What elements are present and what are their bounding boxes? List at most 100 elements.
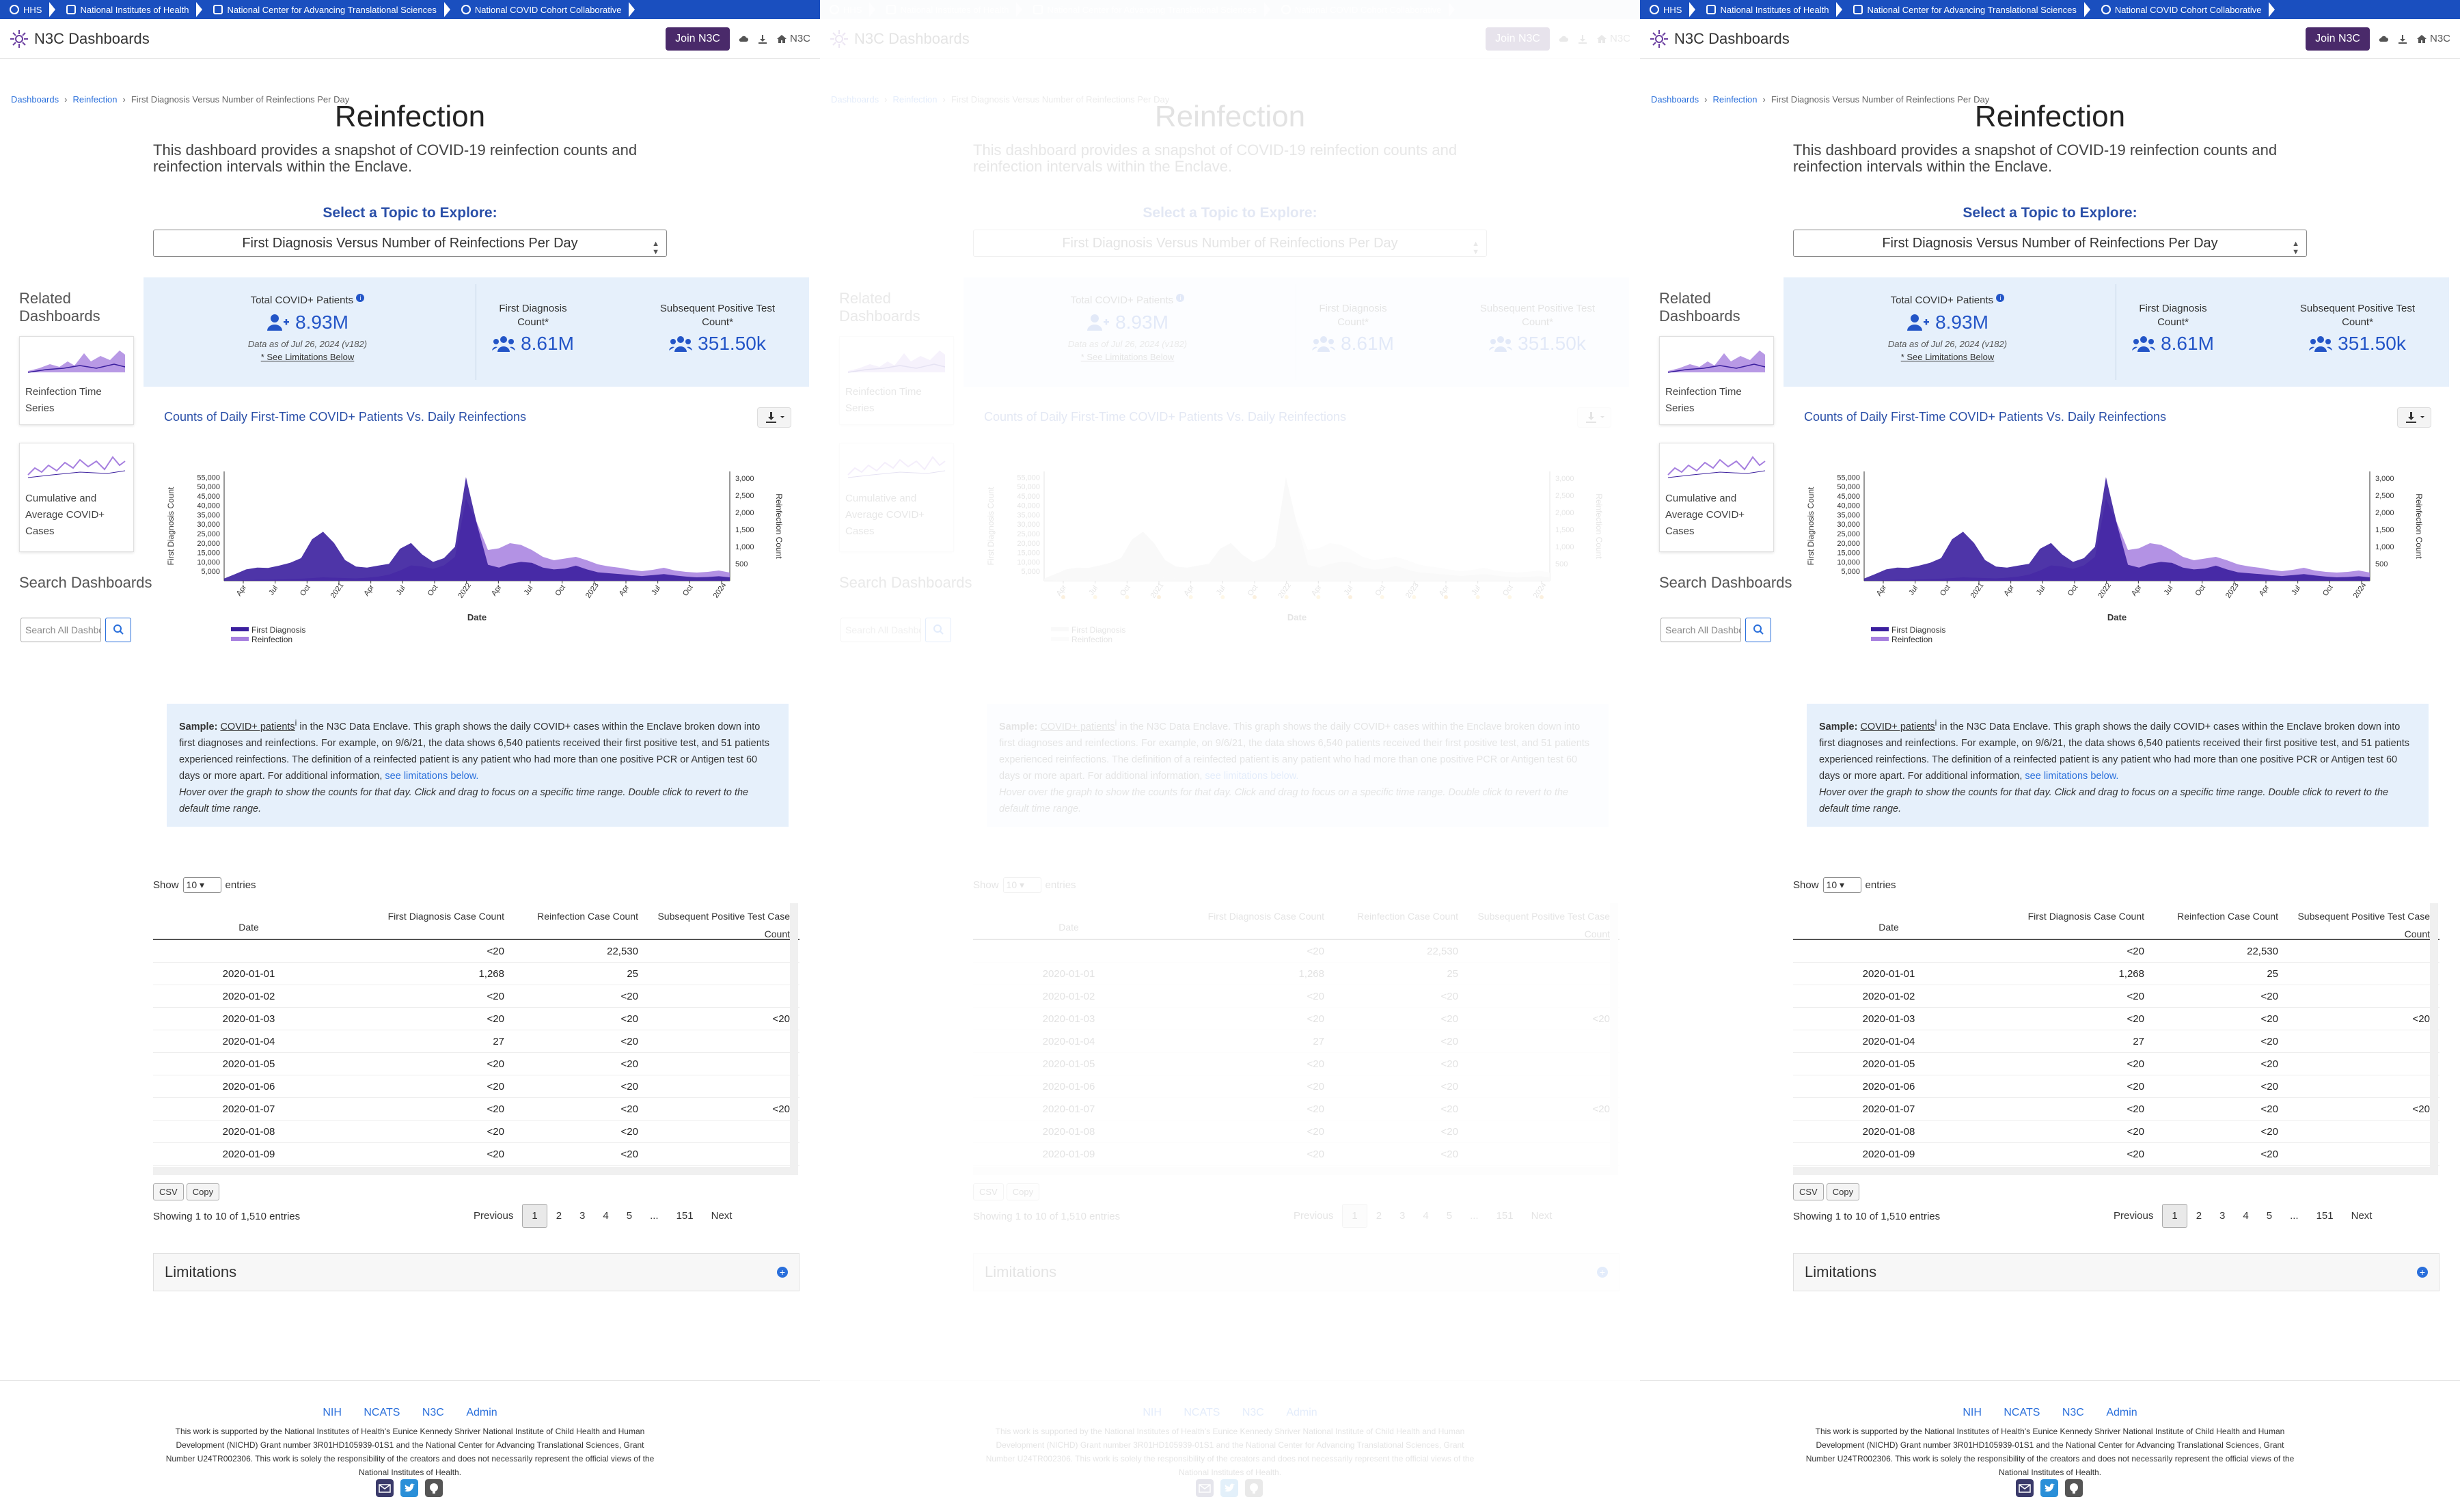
topic-select[interactable]: First Diagnosis Versus Number of Reinfec…: [1793, 230, 2307, 257]
csv-button[interactable]: CSV: [1793, 1183, 1824, 1200]
n3c-home-link[interactable]: N3C: [1596, 33, 1630, 44]
footer-link-admin[interactable]: Admin: [466, 1407, 497, 1418]
search-button[interactable]: [105, 618, 131, 642]
column-header-date[interactable]: Date: [973, 903, 1164, 939]
gov-link-nih[interactable]: National Institutes of Health: [59, 0, 206, 19]
chart-area[interactable]: 5,000 10,00015,00020,000 25,00030,000 35,00…: [976, 451, 1618, 656]
email-icon[interactable]: [376, 1479, 394, 1497]
table-horizontal-scrollbar[interactable]: [1793, 1167, 2438, 1175]
entries-select[interactable]: 10 ▾: [182, 877, 221, 893]
gov-link-ncats[interactable]: National Center for Advancing Translatio…: [1026, 0, 1274, 19]
github-icon[interactable]: [2065, 1479, 2083, 1497]
page-next[interactable]: Next: [1522, 1205, 1561, 1227]
footer-link-admin[interactable]: Admin: [1286, 1407, 1317, 1418]
download-icon[interactable]: [2397, 33, 2408, 44]
gov-link-ncats[interactable]: National Center for Advancing Translatio…: [206, 0, 454, 19]
legend-label[interactable]: Reinfection: [251, 635, 292, 644]
topic-select[interactable]: First Diagnosis Versus Number of Reinfec…: [973, 230, 1487, 257]
twitter-icon[interactable]: [400, 1479, 418, 1497]
email-icon[interactable]: [1196, 1479, 1214, 1497]
gov-link-ncats[interactable]: National Center for Advancing Translatio…: [1846, 0, 2094, 19]
footer-link-ncats[interactable]: NCATS: [1184, 1407, 1220, 1418]
chart-download-button[interactable]: [2397, 407, 2431, 428]
covid-patients-link[interactable]: COVID+ patients: [220, 721, 295, 732]
related-card-reinfection-time-series[interactable]: Reinfection Time Series: [19, 336, 134, 425]
limitations-accordion[interactable]: Limitations +: [153, 1253, 800, 1291]
page-3[interactable]: 3: [2211, 1205, 2234, 1227]
related-card-reinfection-time-series[interactable]: Reinfection Time Series: [1659, 336, 1774, 425]
covid-patients-link[interactable]: COVID+ patients: [1860, 721, 1935, 732]
table-vertical-scrollbar[interactable]: [2430, 903, 2438, 1174]
legend-label[interactable]: First Diagnosis: [251, 625, 305, 635]
page-151[interactable]: 151: [668, 1205, 702, 1227]
gov-link-n3c[interactable]: National COVID Cohort Collaborative: [2094, 0, 2280, 19]
column-header-reinfection[interactable]: Reinfection Case Count: [2148, 903, 2282, 939]
see-limitations-link[interactable]: * See Limitations Below: [1866, 352, 2030, 362]
page-5[interactable]: 5: [618, 1205, 641, 1227]
page-3[interactable]: 3: [1391, 1205, 1414, 1227]
email-icon[interactable]: [2016, 1479, 2034, 1497]
column-header-subsequent[interactable]: Subsequent Positive Test Case Count: [642, 903, 800, 939]
entries-select[interactable]: 10 ▾: [1822, 877, 1861, 893]
brand-link[interactable]: N3C Dashboards: [10, 29, 150, 49]
brand-link[interactable]: N3C Dashboards: [1650, 29, 1790, 49]
page-3[interactable]: 3: [571, 1205, 594, 1227]
see-limitations-below-link[interactable]: see limitations below.: [385, 771, 478, 782]
entries-select[interactable]: 10 ▾: [1002, 877, 1041, 893]
footer-link-ncats[interactable]: NCATS: [2004, 1407, 2040, 1418]
legend-label[interactable]: Reinfection: [1071, 635, 1112, 644]
footer-link-nih[interactable]: NIH: [323, 1407, 342, 1418]
table-vertical-scrollbar[interactable]: [790, 903, 798, 1174]
twitter-icon[interactable]: [2040, 1479, 2058, 1497]
footer-link-n3c[interactable]: N3C: [2062, 1407, 2084, 1418]
page-2[interactable]: 2: [547, 1205, 571, 1227]
page-1[interactable]: 1: [1342, 1204, 1367, 1228]
footer-link-admin[interactable]: Admin: [2106, 1407, 2137, 1418]
page-previous[interactable]: Previous: [1285, 1205, 1342, 1227]
search-input[interactable]: Search All Dashboards: [20, 618, 101, 642]
footer-link-n3c[interactable]: N3C: [422, 1407, 444, 1418]
column-header-reinfection[interactable]: Reinfection Case Count: [508, 903, 642, 939]
page-4[interactable]: 4: [1414, 1205, 1437, 1227]
page-2[interactable]: 2: [1367, 1205, 1391, 1227]
table-horizontal-scrollbar[interactable]: [973, 1167, 1618, 1175]
column-header-reinfection[interactable]: Reinfection Case Count: [1328, 903, 1462, 939]
search-input[interactable]: Search All Dashboards: [1660, 618, 1741, 642]
github-icon[interactable]: [1245, 1479, 1263, 1497]
n3c-home-link[interactable]: N3C: [2416, 33, 2450, 44]
search-button[interactable]: [1745, 618, 1771, 642]
twitter-icon[interactable]: [1220, 1479, 1238, 1497]
see-limitations-link[interactable]: * See Limitations Below: [1046, 352, 1210, 362]
column-header-subsequent[interactable]: Subsequent Positive Test Case Count: [2282, 903, 2440, 939]
page-151[interactable]: 151: [2308, 1205, 2342, 1227]
footer-link-nih[interactable]: NIH: [1963, 1407, 1982, 1418]
join-n3c-button[interactable]: Join N3C: [1486, 27, 1550, 51]
gov-link-n3c[interactable]: National COVID Cohort Collaborative: [1274, 0, 1460, 19]
legend-label[interactable]: First Diagnosis: [1071, 625, 1125, 635]
see-limitations-below-link[interactable]: see limitations below.: [2025, 771, 2118, 782]
page-5[interactable]: 5: [2258, 1205, 2281, 1227]
page-2[interactable]: 2: [2187, 1205, 2211, 1227]
related-card-cumulative-average[interactable]: Cumulative and Average COVID+ Cases: [1659, 443, 1774, 552]
cloud-icon[interactable]: [1558, 33, 1569, 44]
gov-link-hhs[interactable]: HHS: [823, 0, 879, 19]
chart-area[interactable]: 5,000 10,00015,00020,000 25,00030,000 35,00…: [1796, 451, 2438, 656]
covid-patients-link[interactable]: COVID+ patients: [1040, 721, 1115, 732]
column-header-first-diagnosis[interactable]: First Diagnosis Case Count: [1164, 903, 1328, 939]
cloud-icon[interactable]: [738, 33, 749, 44]
footer-link-ncats[interactable]: NCATS: [364, 1407, 400, 1418]
copy-button[interactable]: Copy: [1826, 1183, 1860, 1200]
cloud-icon[interactable]: [2378, 33, 2389, 44]
csv-button[interactable]: CSV: [153, 1183, 184, 1200]
info-icon[interactable]: i: [1176, 294, 1185, 302]
page-151[interactable]: 151: [1488, 1205, 1522, 1227]
page-5[interactable]: 5: [1438, 1205, 1461, 1227]
legend-label[interactable]: Reinfection: [1891, 635, 1932, 644]
chart-area[interactable]: 5,000 10,00015,00020,000 25,00030,000 35,00…: [156, 451, 798, 656]
page-4[interactable]: 4: [2234, 1205, 2257, 1227]
footer-link-nih[interactable]: NIH: [1143, 1407, 1162, 1418]
page-previous[interactable]: Previous: [465, 1205, 522, 1227]
gov-link-nih[interactable]: National Institutes of Health: [1699, 0, 1846, 19]
column-header-date[interactable]: Date: [1793, 903, 1984, 939]
copy-button[interactable]: Copy: [186, 1183, 220, 1200]
